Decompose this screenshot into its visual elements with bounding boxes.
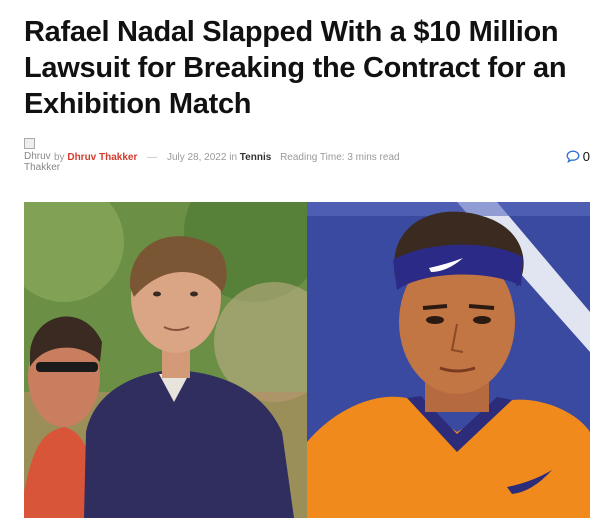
byline-separator: — [147,152,158,163]
article-meta: Dhruv Thakker by Dhruv Thakker — July 28… [24,138,590,178]
featured-image[interactable] [24,202,590,518]
broken-image-icon [24,138,35,149]
author-link[interactable]: Dhruv Thakker [67,152,137,163]
byline: by Dhruv Thakker — July 28, 2022 in Tenn… [54,152,400,163]
category-link[interactable]: Tennis [240,152,271,163]
featured-image-right-photo [307,202,590,518]
featured-image-left-photo [24,202,307,518]
reading-time: Reading Time: 3 mins read [280,152,400,163]
right-photo-illustration [307,202,590,518]
left-photo-illustration [24,202,307,518]
speech-bubble-icon [566,150,580,163]
by-label: by [54,152,65,163]
post-date: July 28, 2022 [166,152,227,163]
comment-count: 0 [582,149,590,164]
comments-link[interactable]: 0 [566,149,590,164]
in-label: in [229,152,238,163]
article-title: Rafael Nadal Slapped With a $10 Million … [24,16,567,120]
